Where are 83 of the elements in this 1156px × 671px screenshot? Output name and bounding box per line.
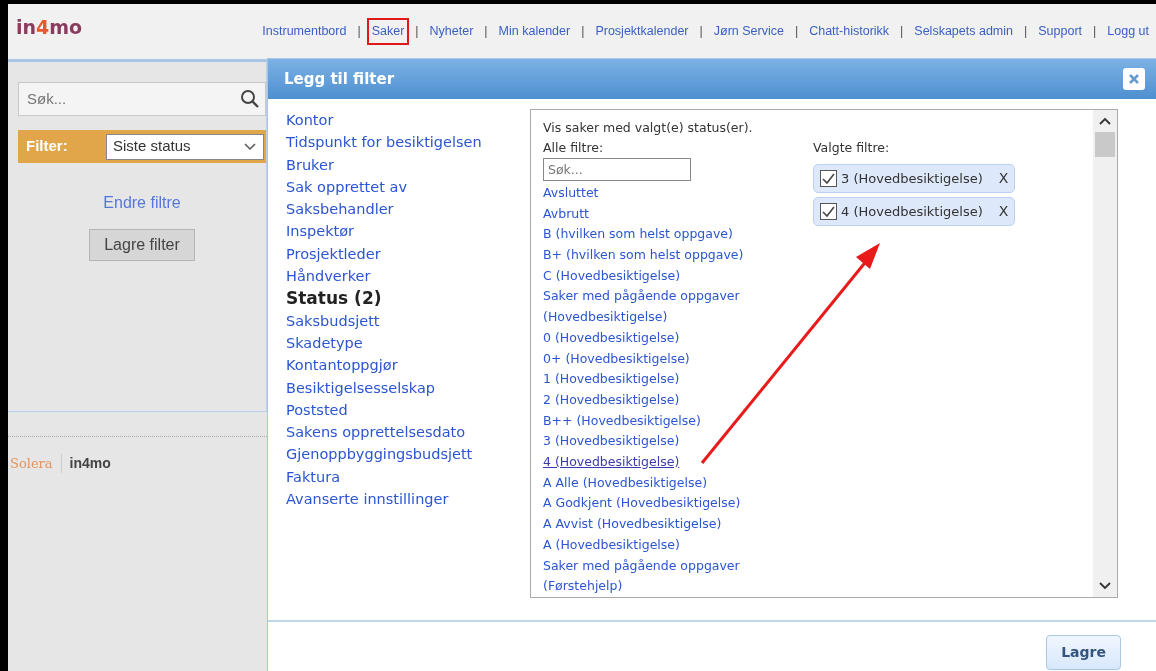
nav-link[interactable]: Min kalender [493, 18, 576, 45]
filter-option[interactable]: Saker med pågående oppgaver (Førstehjelp) [543, 555, 768, 597]
nav-separator: | [1024, 23, 1028, 40]
chip-label: 3 (Hovedbesiktigelse) [841, 169, 983, 188]
nav-separator: | [484, 23, 488, 40]
filter-category[interactable]: Saksbudsjett [286, 309, 380, 332]
filter-option[interactable]: B (hvilken som helst oppgave) [543, 224, 733, 246]
all-filters-label: Alle filtre: [543, 139, 605, 157]
filter-category[interactable]: Sakens opprettelsesdato [286, 421, 466, 444]
filter-category[interactable]: Inspektør [286, 220, 355, 243]
filter-category[interactable]: Saksbehandler [286, 198, 394, 221]
nav-separator: | [699, 23, 703, 40]
product-logo: in4mo [69, 454, 111, 473]
checkmark-icon [822, 173, 835, 184]
search-field[interactable]: Søk... [18, 82, 266, 116]
close-icon [1128, 73, 1140, 85]
chevron-down-icon [243, 141, 257, 152]
nav-link[interactable]: Support [1033, 18, 1088, 45]
filter-option[interactable]: Avsluttet [543, 182, 599, 204]
filter-option[interactable]: 1 (Hovedbesiktigelse) [543, 369, 680, 390]
filter-option[interactable]: A Godkjent (Hovedbesiktigelse) [543, 493, 741, 515]
edit-filters-link[interactable]: Endre filtre [18, 191, 266, 215]
filter-category[interactable]: Tidspunkt for besiktigelsen [286, 131, 482, 154]
brand-logo: Solera [10, 453, 62, 474]
nav-link[interactable]: Chatt-historikk [804, 18, 895, 45]
checkmark-icon [822, 206, 835, 217]
filter-category[interactable]: Status (2) [286, 287, 382, 310]
selected-filters-label: Valgte filtre: [813, 139, 890, 157]
filter-option[interactable]: B++ (Hovedbesiktigelse) [543, 410, 701, 432]
filter-option[interactable]: Avbrutt [543, 203, 589, 225]
filter-option[interactable]: 3 (Hovedbesiktigelse) [543, 431, 680, 453]
dialog-title: Legg til filter [284, 68, 395, 90]
filter-option[interactable]: 0 (Hovedbesiktigelse) [543, 327, 680, 349]
nav-separator: | [1093, 23, 1097, 40]
nav-link[interactable]: Saker [366, 18, 410, 45]
filter-option[interactable]: A Avvist (Hovedbesiktigelse) [543, 514, 722, 535]
filter-category[interactable]: Prosjektleder [286, 242, 381, 266]
filter-category[interactable]: Kontor [286, 109, 334, 132]
filter-category[interactable]: Besiktigelsesselskap [286, 376, 436, 399]
nav-separator: | [581, 23, 585, 40]
filter-category[interactable]: Bruker [286, 153, 334, 176]
nav-link[interactable]: Jørn Service [708, 18, 789, 45]
checkbox[interactable] [820, 203, 837, 220]
nav-separator: | [357, 23, 361, 40]
filter-option[interactable]: 4 (Hovedbesiktigelse) [543, 452, 680, 473]
chip-label: 4 (Hovedbesiktigelse) [841, 202, 983, 221]
filter-option[interactable]: 2 (Hovedbesiktigelse) [543, 389, 680, 411]
filter-option[interactable]: Saker med pågående oppgaver (Hovedbesiktigelse) [543, 286, 768, 328]
filter-category[interactable]: Avanserte innstillinger [286, 488, 449, 511]
filter-category[interactable]: Faktura [286, 465, 340, 489]
nav-link[interactable]: Prosjektkalender [590, 18, 694, 45]
filter-option[interactable]: A (Hovedbesiktigelse) [543, 534, 680, 556]
intro-text: Vis saker med valgt(e) status(er). [543, 119, 754, 137]
scrollbar-thumb[interactable] [1095, 132, 1115, 157]
nav-separator: | [900, 23, 904, 40]
filter-category[interactable]: Poststed [286, 398, 348, 422]
nav-link[interactable]: Selskapets admin [909, 18, 1018, 45]
filter-category[interactable]: Gjenoppbyggingsbudsjett [286, 443, 473, 466]
nav-separator: | [415, 23, 419, 40]
filter-label: Filter: [26, 136, 69, 157]
save-button[interactable]: Lagre [1046, 634, 1121, 670]
checkbox[interactable] [820, 170, 837, 187]
remove-button[interactable]: X [998, 168, 1009, 189]
remove-button[interactable]: X [998, 201, 1009, 222]
scrollbar[interactable] [1093, 110, 1117, 597]
filter-category[interactable]: Skadetype [286, 331, 363, 355]
nav-link[interactable]: Logg ut [1102, 18, 1154, 45]
nav-link[interactable]: Nyheter [424, 18, 479, 45]
save-filter-button[interactable]: Lagre filter [89, 229, 195, 261]
nav-link[interactable]: Instrumentbord [257, 18, 352, 45]
filter-category[interactable]: Sak opprettet av [286, 175, 407, 199]
filter-option[interactable]: C (Hovedbesiktigelse) [543, 265, 681, 287]
filter-option[interactable]: B+ (hvilken som helst oppgave) [543, 245, 744, 266]
filter-category[interactable]: Håndverker [286, 265, 371, 288]
filter-category[interactable]: Kontantoppgjør [286, 354, 398, 377]
app-logo: in4mo [16, 18, 83, 37]
filter-select[interactable]: Siste status [106, 133, 264, 160]
filter-option[interactable]: A Alle (Hovedbesiktigelse) [543, 472, 708, 494]
filter-search-field[interactable]: Søk... [543, 158, 691, 181]
filter-option[interactable]: 0+ (Hovedbesiktigelse) [543, 348, 690, 370]
search-input[interactable]: Søk... [19, 87, 239, 111]
close-button[interactable] [1123, 68, 1145, 90]
nav-separator: | [794, 23, 799, 40]
